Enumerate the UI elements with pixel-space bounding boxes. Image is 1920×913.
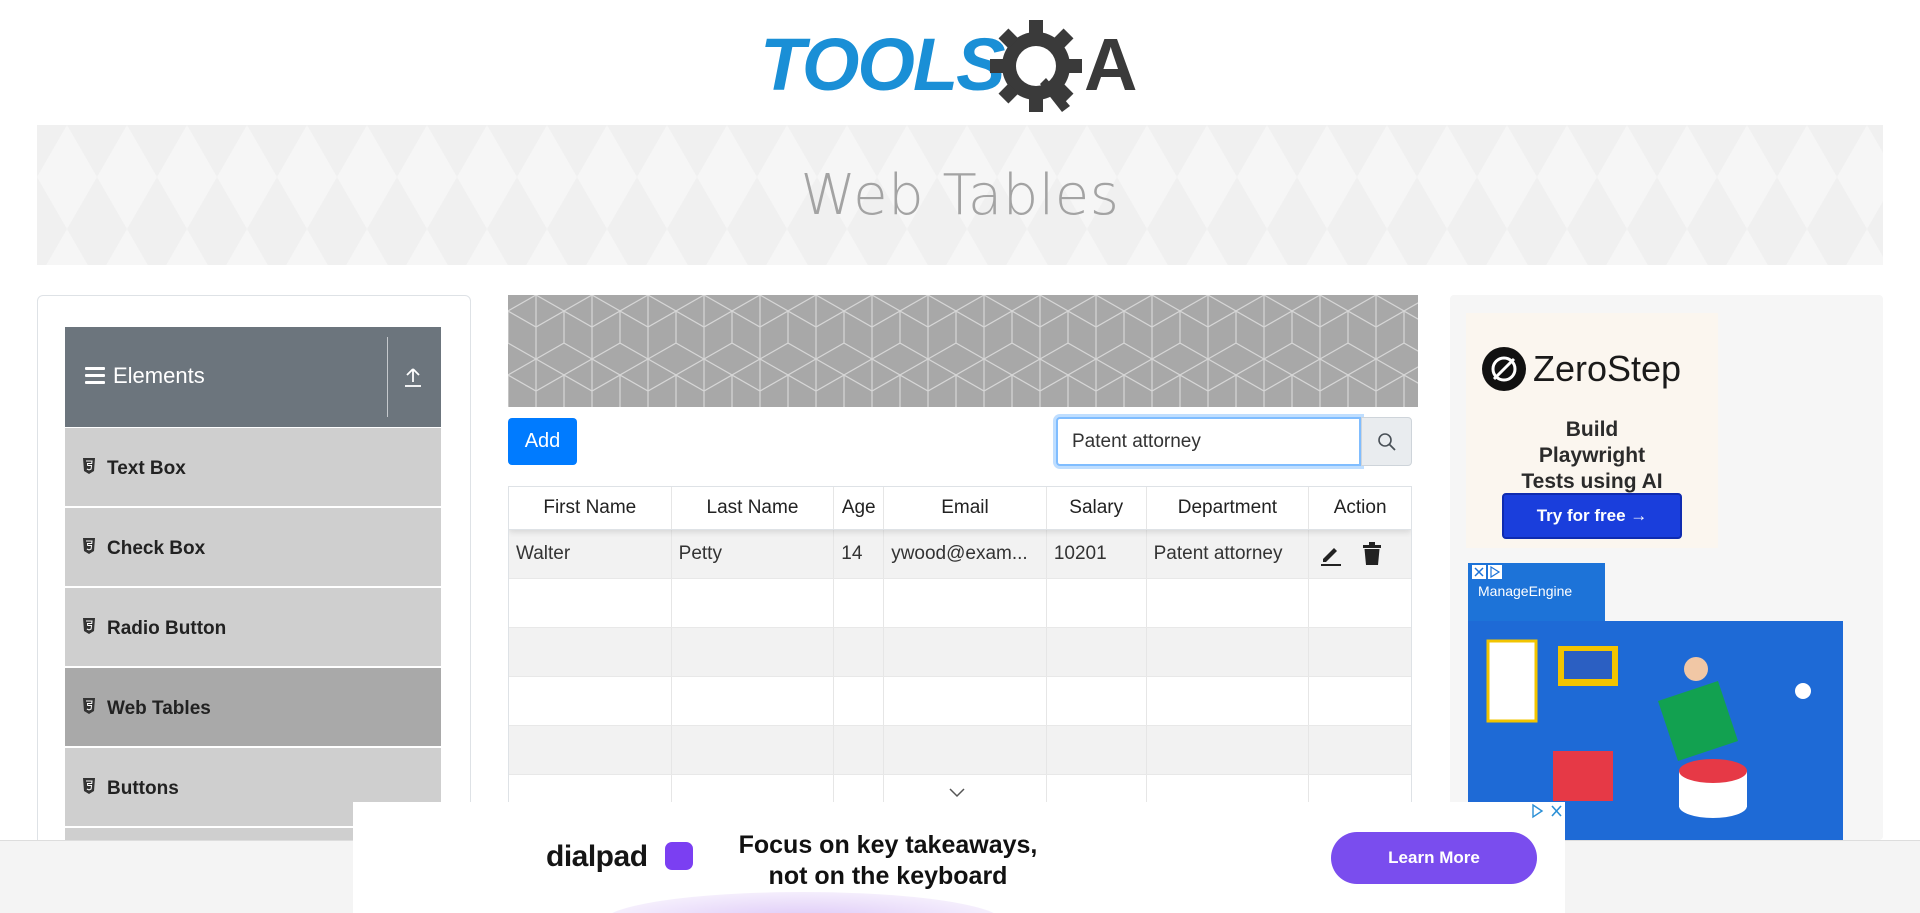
sidebar-item-web-tables[interactable]: Web Tables	[65, 667, 441, 747]
add-button[interactable]: Add	[508, 418, 577, 465]
column-header-department[interactable]: Department	[1147, 487, 1310, 529]
cell-age: 14	[834, 530, 885, 578]
zerostep-logo-icon	[1482, 347, 1526, 391]
elements-group-header[interactable]: Elements	[65, 327, 441, 427]
cell-last-name: Petty	[672, 530, 835, 578]
search-icon	[1378, 433, 1396, 451]
group-title: Elements	[113, 363, 205, 388]
toolsqa-logo[interactable]: TOOLS A	[760, 18, 1164, 114]
cell-action	[1309, 530, 1411, 578]
ad-close-icon[interactable]	[1472, 565, 1502, 579]
column-header-salary[interactable]: Salary	[1047, 487, 1147, 529]
table-row-empty	[509, 677, 1411, 726]
html5-icon	[83, 618, 95, 634]
table-row-empty	[509, 579, 1411, 628]
dialpad-line-2: not on the keyboard	[768, 862, 1008, 890]
zerostep-headline: Build Playwright Tests using AI	[1521, 418, 1663, 493]
zerostep-brand: ZeroStep	[1533, 348, 1682, 389]
html5-icon	[83, 458, 95, 474]
search-input[interactable]	[1056, 417, 1361, 466]
svg-text:TOOLS: TOOLS	[760, 23, 1005, 106]
sidebar-item-label: Check Box	[107, 538, 206, 559]
dialpad-headline: Focus on key takeaways, not on the keybo…	[718, 830, 1058, 892]
web-table: First Name Last Name Age Email Salary De…	[508, 486, 1412, 816]
cell-email: ywood@exam...	[884, 530, 1047, 578]
svg-text:A: A	[1084, 23, 1137, 106]
decorative-banner	[508, 295, 1418, 407]
dialpad-ad[interactable]: dialpad Focus on key takeaways, not on t…	[353, 802, 1565, 913]
header-divider	[387, 337, 388, 417]
sidebar-item-label: Web Tables	[107, 698, 211, 719]
ad-close-icon[interactable]	[1529, 802, 1565, 820]
table-row-empty	[509, 628, 1411, 677]
sidebar-item-label: Text Box	[107, 458, 186, 479]
page-banner: Web Tables	[37, 125, 1883, 265]
cell-department: Patent attorney	[1147, 530, 1310, 578]
chevron-down-icon[interactable]	[948, 786, 966, 798]
dialpad-line-1: Focus on key takeaways,	[738, 831, 1038, 859]
table-header: First Name Last Name Age Email Salary De…	[509, 487, 1411, 530]
html5-icon	[83, 778, 95, 794]
learn-more-button[interactable]: Learn More	[1331, 832, 1537, 884]
search-button[interactable]	[1361, 417, 1412, 466]
sidebar-item-label: Buttons	[107, 778, 179, 799]
cell-salary: 10201	[1047, 530, 1147, 578]
manageengine-ad[interactable]: ManageEngine	[1468, 563, 1843, 840]
table-row-empty	[509, 726, 1411, 775]
dialpad-brand: dialpad	[546, 840, 648, 873]
column-header-first-name[interactable]: First Name	[509, 487, 672, 529]
zerostep-ad[interactable]: ZeroStep Build Playwright Tests using AI…	[1466, 313, 1718, 548]
column-header-age[interactable]: Age	[834, 487, 885, 529]
try-for-free-button[interactable]: Try for free →	[1502, 493, 1682, 539]
column-header-email[interactable]: Email	[884, 487, 1047, 529]
sidebar-item-check-box[interactable]: Check Box	[65, 507, 441, 587]
sidebar-item-text-box[interactable]: Text Box	[65, 427, 441, 507]
column-header-last-name[interactable]: Last Name	[672, 487, 835, 529]
table-row: Walter Petty 14 ywood@exam... 10201 Pate…	[509, 530, 1411, 579]
cell-first-name: Walter	[509, 530, 672, 578]
dialpad-logo-icon	[665, 842, 693, 870]
delete-trash-icon[interactable]	[1361, 542, 1383, 566]
sidebar-item-label: Radio Button	[107, 618, 227, 639]
collapse-up-icon[interactable]	[401, 365, 425, 389]
sidebar-item-radio-button[interactable]: Radio Button	[65, 587, 441, 667]
edit-pencil-icon[interactable]	[1319, 542, 1343, 566]
page: TOOLS A Web Tables Elements Text Box Che…	[0, 0, 1920, 913]
html5-icon	[83, 698, 95, 714]
search-box	[1056, 417, 1412, 466]
html5-icon	[83, 538, 95, 554]
ad-glow	[603, 892, 1003, 913]
column-header-action: Action	[1333, 497, 1387, 518]
page-title: Web Tables	[800, 163, 1120, 228]
hamburger-icon	[85, 367, 105, 385]
